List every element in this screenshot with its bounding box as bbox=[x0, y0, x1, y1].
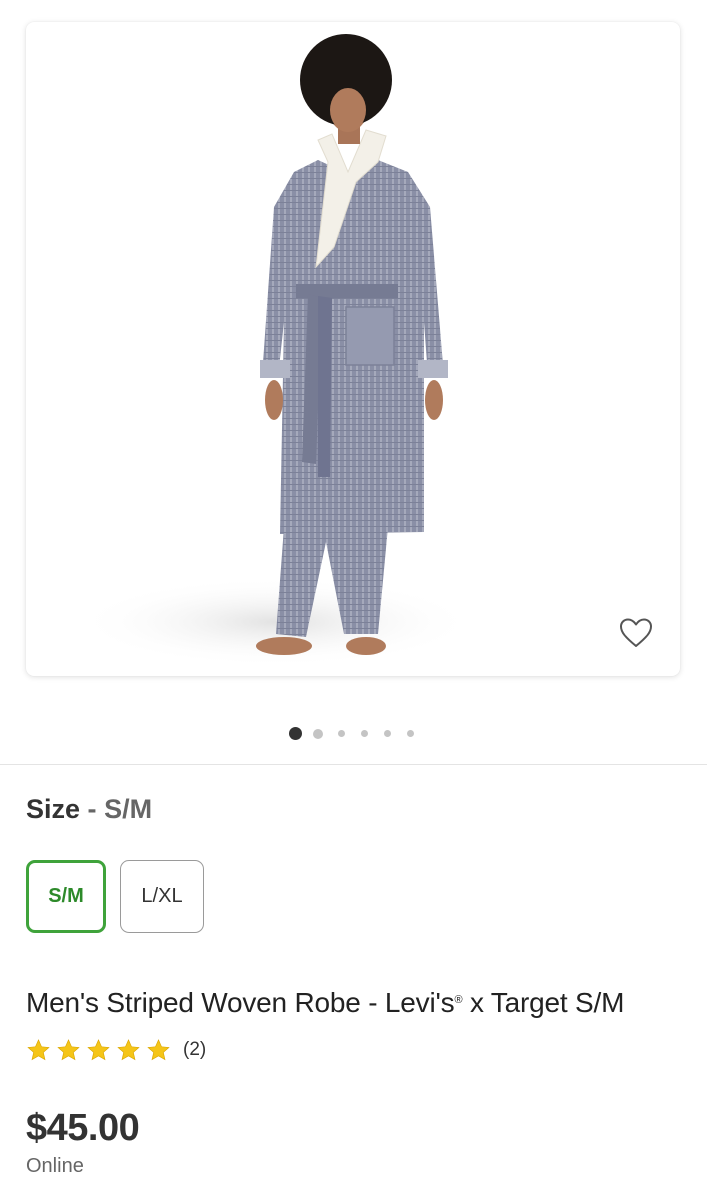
product-title-main: Men's Striped Woven Robe - Levi's bbox=[26, 987, 455, 1018]
size-selected-value: S/M bbox=[104, 794, 153, 824]
size-option-label: L/XL bbox=[141, 885, 183, 907]
star-icon bbox=[117, 1038, 140, 1060]
star-icon bbox=[27, 1038, 50, 1060]
star-icon bbox=[147, 1038, 170, 1060]
section-divider bbox=[0, 764, 707, 765]
rating-row[interactable]: (2) bbox=[26, 1036, 206, 1064]
availability-label: Online bbox=[26, 1155, 84, 1177]
carousel-dot-5[interactable] bbox=[384, 730, 391, 737]
product-image-card[interactable] bbox=[26, 22, 680, 676]
heart-outline-icon bbox=[620, 618, 652, 647]
carousel-dot-4[interactable] bbox=[361, 730, 368, 737]
size-heading: Size - S/M bbox=[26, 794, 152, 825]
favorite-button[interactable] bbox=[618, 616, 654, 650]
size-option-label: S/M bbox=[48, 885, 84, 907]
carousel-dot-1[interactable] bbox=[289, 727, 302, 740]
size-option-lxl[interactable]: L/XL bbox=[120, 860, 204, 933]
star-rating bbox=[26, 1038, 176, 1063]
product-title-suffix: x Target S/M bbox=[462, 987, 625, 1018]
product-image[interactable] bbox=[26, 22, 680, 676]
product-title: Men's Striped Woven Robe - Levi's® x Tar… bbox=[26, 987, 624, 1019]
star-icon bbox=[87, 1038, 110, 1060]
carousel-pagination[interactable] bbox=[0, 726, 707, 740]
size-label: Size bbox=[26, 794, 81, 824]
carousel-dot-6[interactable] bbox=[407, 730, 414, 737]
product-price: $45.00 bbox=[26, 1107, 140, 1149]
size-separator: - bbox=[87, 794, 97, 824]
star-icon bbox=[57, 1038, 80, 1060]
carousel-dot-2[interactable] bbox=[313, 729, 323, 739]
carousel-dot-3[interactable] bbox=[338, 730, 345, 737]
size-option-sm[interactable]: S/M bbox=[26, 860, 106, 933]
review-count[interactable]: (2) bbox=[183, 1039, 206, 1061]
